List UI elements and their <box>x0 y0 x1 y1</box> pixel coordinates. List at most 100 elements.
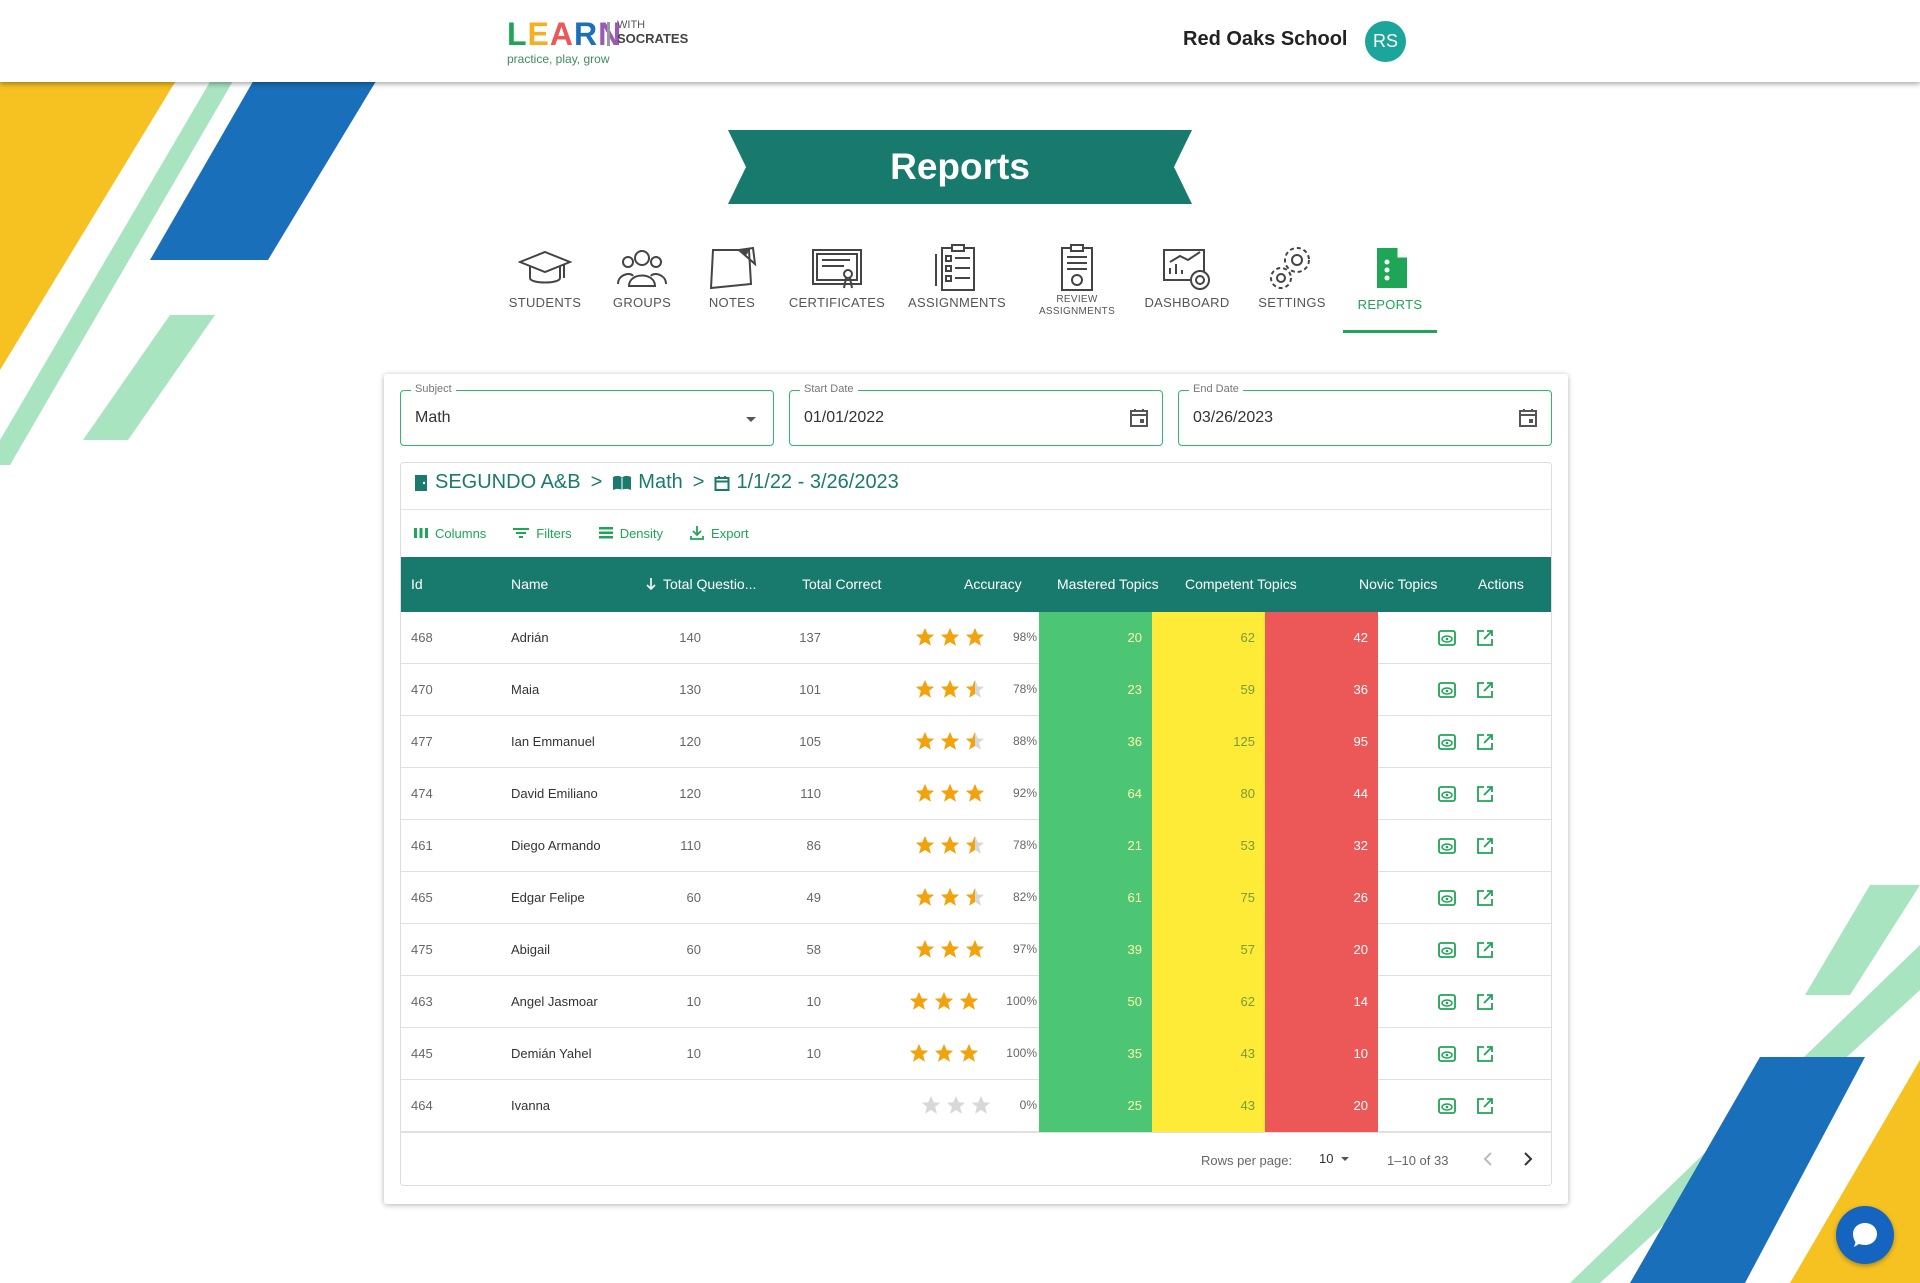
header-total-questions[interactable]: Total Questio... <box>663 576 756 592</box>
open-external-icon[interactable] <box>1475 836 1495 856</box>
novice-topics-cell: 36 <box>1265 664 1378 716</box>
mastered-topics-value: 35 <box>1127 1046 1142 1061</box>
open-external-icon[interactable] <box>1475 732 1495 752</box>
novice-topics-cell: 20 <box>1265 924 1378 976</box>
row-total-questions: 60 <box>686 890 701 905</box>
start-date-field[interactable]: Start Date 01/01/2022 <box>789 383 1163 446</box>
view-report-icon[interactable] <box>1437 992 1457 1012</box>
nav-reports[interactable]: REPORTS <box>1335 244 1445 312</box>
nav-dashboard[interactable]: DASHBOARD <box>1132 244 1242 310</box>
competent-topics-cell: 125 <box>1152 716 1265 768</box>
table-row: 23 59 36 470 Maia 130 101 78% <box>401 664 1551 716</box>
header-mastered-topics[interactable]: Mastered Topics <box>1057 576 1159 592</box>
novice-topics-cell: 44 <box>1265 768 1378 820</box>
star-icon <box>940 679 960 698</box>
logo-pencil-icon <box>607 22 610 46</box>
rows-per-page-value: 10 <box>1319 1151 1334 1166</box>
nav-review-assignments[interactable]: REVIEW ASSIGNMENTS <box>1022 244 1132 318</box>
view-report-icon[interactable] <box>1437 1044 1457 1064</box>
row-id: 474 <box>411 786 433 801</box>
row-total-correct: 101 <box>799 682 821 697</box>
open-external-icon[interactable] <box>1475 940 1495 960</box>
header-accuracy[interactable]: Accuracy <box>964 576 1022 592</box>
open-external-icon[interactable] <box>1475 628 1495 648</box>
nav-notes[interactable]: NOTES <box>677 244 787 310</box>
start-date-value: 01/01/2022 <box>804 409 885 426</box>
view-report-icon[interactable] <box>1437 836 1457 856</box>
competent-topics-cell: 43 <box>1152 1080 1265 1132</box>
nav-assignments[interactable]: ASSIGNMENTS <box>902 244 1012 310</box>
breadcrumb-range: 1/1/22 - 3/26/2023 <box>736 471 899 493</box>
table-row: 36 125 95 477 Ian Emmanuel 120 105 88% <box>401 716 1551 768</box>
row-id: 461 <box>411 838 433 853</box>
novice-topics-value: 36 <box>1353 682 1368 697</box>
breadcrumb-subject[interactable]: Math <box>638 471 682 494</box>
row-total-questions: 110 <box>680 838 701 853</box>
calendar-icon[interactable] <box>1517 407 1539 429</box>
notes-icon <box>709 246 757 290</box>
sort-arrow-down-icon[interactable] <box>645 577 657 591</box>
previous-page-icon[interactable] <box>1479 1149 1499 1169</box>
header-competent-topics[interactable]: Competent Topics <box>1185 576 1297 592</box>
row-total-questions: 120 <box>679 786 701 801</box>
star-icon <box>915 731 935 750</box>
calendar-icon[interactable] <box>1128 407 1150 429</box>
view-report-icon[interactable] <box>1437 888 1457 908</box>
header-name[interactable]: Name <box>511 576 548 592</box>
app-logo[interactable]: LEARN WITH SOCRATES practice, play, grow <box>507 18 688 66</box>
row-id: 470 <box>411 682 433 697</box>
competent-topics-cell: 43 <box>1152 1028 1265 1080</box>
novice-topics-cell: 42 <box>1265 612 1378 664</box>
rows-per-page-label: Rows per page: <box>1201 1153 1293 1168</box>
density-button[interactable]: Density <box>598 525 663 541</box>
grid-toolbar: Columns Filters Density Export <box>413 525 749 541</box>
header-novice-topics[interactable]: Novic Topics <box>1359 576 1437 592</box>
rows-per-page-select[interactable]: 10 <box>1319 1151 1351 1166</box>
novice-topics-value: 95 <box>1353 734 1368 749</box>
header-id[interactable]: Id <box>411 576 423 592</box>
end-date-field[interactable]: End Date 03/26/2023 <box>1178 383 1552 446</box>
row-total-correct: 58 <box>806 942 821 957</box>
view-report-icon[interactable] <box>1437 732 1457 752</box>
filters-button[interactable]: Filters <box>512 525 572 541</box>
view-report-icon[interactable] <box>1437 940 1457 960</box>
avatar[interactable]: RS <box>1365 21 1406 62</box>
star-icon <box>965 627 985 646</box>
view-report-icon[interactable] <box>1437 1096 1457 1116</box>
report-data-grid: SEGUNDO A&B > Math > 1/1/22 - 3/26/2023 … <box>400 462 1552 1186</box>
competent-topics-value: 125 <box>1233 734 1255 749</box>
export-label: Export <box>711 525 749 541</box>
next-page-icon[interactable] <box>1517 1149 1537 1169</box>
open-external-icon[interactable] <box>1475 1044 1495 1064</box>
columns-button[interactable]: Columns <box>413 525 486 541</box>
open-external-icon[interactable] <box>1475 680 1495 700</box>
open-external-icon[interactable] <box>1475 1096 1495 1116</box>
novice-topics-value: 32 <box>1353 838 1368 853</box>
breadcrumb-group[interactable]: SEGUNDO A&B <box>435 471 581 494</box>
star-icon <box>915 835 935 854</box>
export-button[interactable]: Export <box>689 525 749 541</box>
open-external-icon[interactable] <box>1475 888 1495 908</box>
competent-topics-cell: 80 <box>1152 768 1265 820</box>
nav-settings[interactable]: SETTINGS <box>1237 244 1347 310</box>
subject-select[interactable]: Subject Math <box>400 383 774 446</box>
density-icon <box>598 527 613 539</box>
table-row: 64 80 44 474 David Emiliano 120 110 92% <box>401 768 1551 820</box>
nav-certificates[interactable]: CERTIFICATES <box>782 244 892 310</box>
star-icon <box>940 783 960 802</box>
row-accuracy: 82% <box>1012 890 1037 904</box>
competent-topics-value: 62 <box>1240 994 1255 1009</box>
accuracy-stars <box>914 626 986 648</box>
mastered-topics-value: 64 <box>1127 786 1142 801</box>
open-external-icon[interactable] <box>1475 784 1495 804</box>
mastered-topics-cell: 64 <box>1039 768 1152 820</box>
view-report-icon[interactable] <box>1437 680 1457 700</box>
chat-button[interactable] <box>1836 1206 1894 1264</box>
competent-topics-cell: 75 <box>1152 872 1265 924</box>
header-total-correct[interactable]: Total Correct <box>802 576 881 592</box>
open-external-icon[interactable] <box>1475 992 1495 1012</box>
view-report-icon[interactable] <box>1437 628 1457 648</box>
novice-topics-cell: 26 <box>1265 872 1378 924</box>
view-report-icon[interactable] <box>1437 784 1457 804</box>
nav-students[interactable]: STUDENTS <box>490 244 600 310</box>
